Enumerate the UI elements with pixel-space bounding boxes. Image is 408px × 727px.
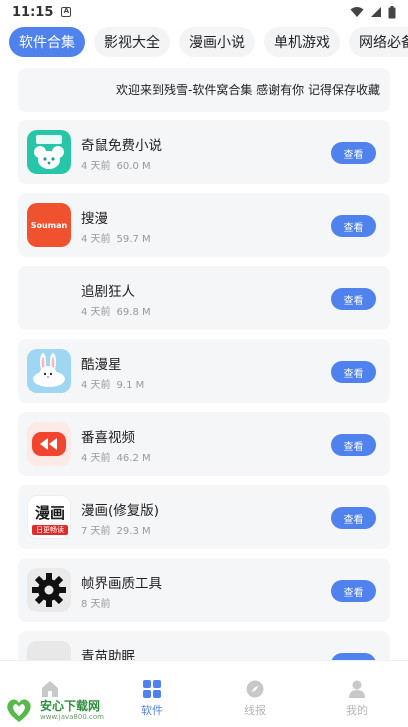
view-button[interactable]: 查看: [331, 653, 376, 660]
app-age: 4 天前: [81, 453, 111, 464]
blank-icon: [27, 276, 71, 320]
app-meta: 4 天前 9.1 M: [81, 376, 144, 391]
app-meta: 4 天前 46.2 M: [81, 449, 151, 464]
app-card[interactable]: 番喜视频 4 天前 46.2 M 查看: [18, 412, 390, 476]
apps-grid-icon: [143, 680, 161, 698]
app-meta: 4 天前 69.8 M: [81, 303, 151, 318]
watermark-title: 安心下载网: [40, 699, 101, 713]
tab-comics-novels[interactable]: 漫画小说: [179, 27, 255, 57]
nav-label: 线报: [244, 704, 266, 717]
signal-icon: [371, 7, 381, 17]
battery-icon: [388, 5, 396, 18]
app-card[interactable]: 青苗助眠 查看: [18, 631, 390, 660]
app-size: 29.3 M: [116, 526, 151, 537]
app-meta: 4 天前 59.7 M: [81, 230, 151, 245]
view-button[interactable]: 查看: [331, 142, 376, 164]
nav-label: 软件: [141, 704, 163, 717]
app-name: 搜漫: [81, 211, 108, 227]
tab-software-collection[interactable]: 软件合集: [9, 27, 85, 57]
tab-network-essentials[interactable]: 网络必备: [349, 27, 408, 57]
nav-tips[interactable]: 线报: [215, 661, 295, 727]
app-size: 59.7 M: [116, 234, 151, 245]
status-bar: 11:15 A: [0, 0, 408, 24]
app-name: 奇鼠免费小说: [81, 138, 162, 154]
app-meta: 4 天前 60.0 M: [81, 157, 151, 172]
tab-single-player-games[interactable]: 单机游戏: [264, 27, 340, 57]
souman-icon: Souman: [27, 203, 71, 247]
app-age: 4 天前: [81, 380, 111, 391]
app-name: 番喜视频: [81, 430, 135, 446]
blank-icon: [27, 641, 71, 660]
view-button[interactable]: 查看: [331, 288, 376, 310]
bunny-icon: [27, 349, 71, 393]
view-button[interactable]: 查看: [331, 361, 376, 383]
manhua-icon-subtitle: 日更畅读: [32, 525, 68, 535]
app-name: 帧界画质工具: [81, 576, 162, 592]
app-size: 46.2 M: [116, 453, 151, 464]
compass-icon: [246, 680, 264, 698]
app-name: 青苗助眠: [81, 649, 135, 660]
view-button[interactable]: 查看: [331, 215, 376, 237]
app-age: 7 天前: [81, 526, 111, 537]
status-time: 11:15: [12, 4, 54, 20]
app-meta: 7 天前 29.3 M: [81, 522, 151, 537]
app-name: 漫画(修复版): [81, 503, 160, 519]
notification-a-icon: A: [61, 7, 72, 17]
view-button[interactable]: 查看: [331, 434, 376, 456]
category-tabs: 软件合集 影视大全 漫画小说 单机游戏 网络必备: [0, 24, 408, 60]
notice-banner: 欢迎来到残雪-软件窝合集 感谢有你 记得保存收藏: [18, 68, 390, 112]
app-age: 4 天前: [81, 307, 111, 318]
app-list[interactable]: 欢迎来到残雪-软件窝合集 感谢有你 记得保存收藏 奇鼠免费小说 4 天前 60.0…: [0, 60, 408, 660]
app-size: 69.8 M: [116, 307, 151, 318]
app-age: 8 天前: [81, 599, 111, 610]
nav-label: 我的: [346, 704, 368, 717]
app-card[interactable]: 追剧狂人 4 天前 69.8 M 查看: [18, 266, 390, 330]
watermark-url: www.java800.com: [40, 713, 104, 721]
watermark: 安心下载网 www.java800.com: [4, 694, 114, 724]
notice-text: 欢迎来到残雪-软件窝合集 感谢有你 记得保存收藏: [116, 83, 380, 97]
rewind-icon: [27, 422, 71, 466]
app-card[interactable]: Souman 搜漫 4 天前 59.7 M 查看: [18, 193, 390, 257]
nav-mine[interactable]: 我的: [317, 661, 397, 727]
view-button[interactable]: 查看: [331, 507, 376, 529]
app-card[interactable]: 帧界画质工具 8 天前 查看: [18, 558, 390, 622]
wifi-icon: [350, 7, 364, 17]
app-name: 追剧狂人: [81, 284, 135, 300]
app-name: 酷漫星: [81, 357, 122, 373]
souman-icon-text: Souman: [30, 220, 68, 230]
app-card[interactable]: 奇鼠免费小说 4 天前 60.0 M 查看: [18, 120, 390, 184]
user-icon: [349, 680, 365, 698]
tab-movies[interactable]: 影视大全: [94, 27, 170, 57]
view-button[interactable]: 查看: [331, 580, 376, 602]
nav-software[interactable]: 软件: [112, 661, 192, 727]
manhua-icon-title: 漫画: [34, 504, 65, 522]
app-size: 60.0 M: [116, 161, 151, 172]
manhua-icon: 漫画 日更畅读: [27, 495, 71, 539]
qishu-mouse-icon: [27, 130, 71, 174]
gear-icon: [27, 568, 71, 612]
app-card[interactable]: 漫画 日更畅读 漫画(修复版) 7 天前 29.3 M 查看: [18, 485, 390, 549]
status-icons: [350, 5, 396, 19]
app-card[interactable]: 酷漫星 4 天前 9.1 M 查看: [18, 339, 390, 403]
app-meta: 8 天前: [81, 595, 117, 610]
app-age: 4 天前: [81, 234, 111, 245]
app-size: 9.1 M: [116, 380, 145, 391]
app-age: 4 天前: [81, 161, 111, 172]
watermark-logo: [7, 699, 31, 722]
